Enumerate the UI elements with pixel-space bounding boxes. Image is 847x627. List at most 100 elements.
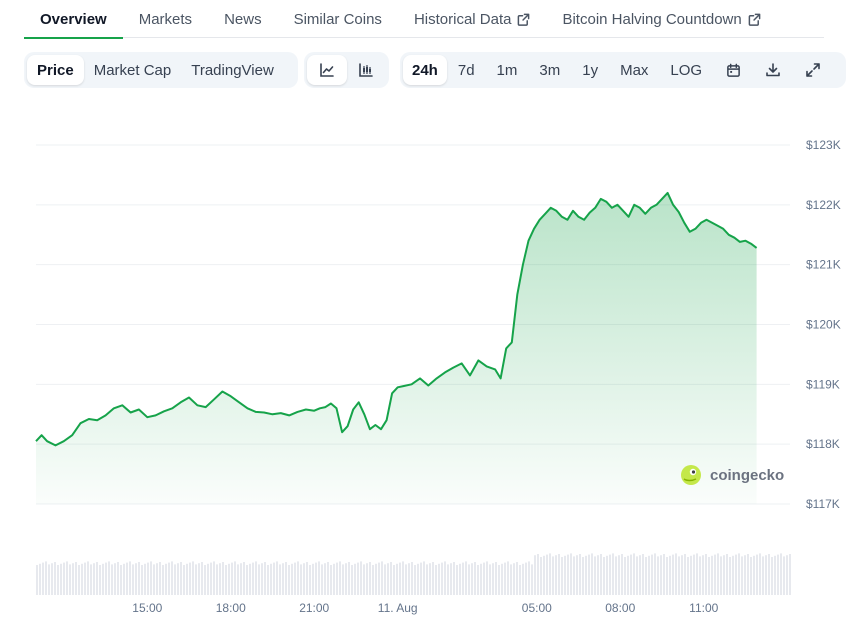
volume-bar <box>471 563 473 595</box>
tradingview-view-button[interactable]: TradingView <box>181 55 284 85</box>
price-view-button[interactable]: Price <box>27 55 84 85</box>
volume-bar <box>363 564 365 595</box>
volume-bar <box>546 554 548 595</box>
y-tick-label: $117K <box>806 497 840 511</box>
volume-bar <box>531 564 533 595</box>
volume-bar <box>102 563 104 595</box>
volume-bar <box>60 563 62 595</box>
range-24h-button[interactable]: 24h <box>403 55 447 85</box>
volume-bar <box>714 554 716 595</box>
date-picker-button[interactable] <box>713 55 753 85</box>
x-axis-labels: 15:00 18:00 21:00 11. Aug 05:00 08:00 11:00 <box>132 601 718 615</box>
volume-bar <box>720 556 722 595</box>
line-chart-icon <box>319 63 334 77</box>
download-button[interactable] <box>753 55 793 85</box>
volume-bar <box>78 565 80 595</box>
range-1m-button[interactable]: 1m <box>486 55 529 85</box>
volume-bar <box>237 564 239 595</box>
volume-bar <box>609 554 611 595</box>
volume-bar <box>45 561 47 595</box>
log-scale-button[interactable]: LOG <box>659 55 713 85</box>
volume-bar <box>768 554 770 595</box>
volume-bar <box>726 554 728 595</box>
volume-bar <box>789 554 791 595</box>
range-1y-button[interactable]: 1y <box>571 55 609 85</box>
volume-bar <box>270 563 272 595</box>
volume-bar <box>285 562 287 595</box>
volume-bar <box>435 565 437 595</box>
tab-label: News <box>224 10 262 28</box>
volume-bar <box>219 563 221 595</box>
volume-bar <box>444 561 446 595</box>
tab-historical-data[interactable]: Historical Data <box>414 0 531 38</box>
fullscreen-button[interactable] <box>793 55 833 85</box>
volume-bar <box>117 562 119 595</box>
tab-label: Markets <box>138 10 193 28</box>
volume-bar <box>312 563 314 595</box>
tab-bitcoin-halving-countdown[interactable]: Bitcoin Halving Countdown <box>562 0 761 38</box>
volume-bar <box>462 562 464 595</box>
volume-bar <box>681 555 683 595</box>
view-switcher: Price Market Cap TradingView <box>24 52 298 88</box>
volume-bar <box>261 563 263 595</box>
volume-bar <box>498 565 500 595</box>
volume-bar <box>528 561 530 595</box>
volume-bar <box>690 555 692 595</box>
tab-news[interactable]: News <box>224 0 262 38</box>
volume-bar <box>198 563 200 595</box>
y-tick-label: $121K <box>806 258 841 272</box>
market-cap-view-button[interactable]: Market Cap <box>84 55 182 85</box>
volume-bar <box>204 565 206 595</box>
volume-bar <box>408 563 410 595</box>
volume-bar <box>474 562 476 595</box>
volume-bar <box>183 565 185 595</box>
volume-bar <box>486 561 488 595</box>
volume-bar <box>216 564 218 595</box>
volume-bar <box>552 556 554 595</box>
volume-bar <box>561 557 563 595</box>
volume-bar <box>426 564 428 595</box>
volume-bar <box>156 563 158 595</box>
volume-bar <box>96 562 98 595</box>
volume-bar <box>543 555 545 595</box>
volume-bar <box>108 561 110 595</box>
volume-bar <box>603 557 605 595</box>
line-chart-button[interactable] <box>307 55 347 85</box>
tab-markets[interactable]: Markets <box>139 0 192 38</box>
volume-bar <box>738 553 740 595</box>
volume-bar <box>621 554 623 595</box>
price-area <box>36 192 757 504</box>
candlestick-chart-button[interactable] <box>347 55 387 85</box>
tab-similar-coins[interactable]: Similar Coins <box>294 0 382 38</box>
volume-bar <box>279 564 281 595</box>
range-max-button[interactable]: Max <box>609 55 659 85</box>
volume-bar <box>303 563 305 595</box>
volume-bar <box>267 565 269 595</box>
volume-bar <box>351 565 353 595</box>
volume-bar <box>387 563 389 595</box>
tab-overview[interactable]: Overview <box>24 0 123 39</box>
x-tick-label: 11:00 <box>689 601 718 615</box>
volume-bar <box>678 556 680 595</box>
volume-bar <box>723 555 725 595</box>
price-chart[interactable]: $117K $118K $119K $120K $121K $122K $123K 15:0… <box>0 110 847 627</box>
volume-bar <box>84 562 86 595</box>
volume-bar <box>378 562 380 595</box>
volume-bar <box>120 565 122 595</box>
volume-bar <box>579 554 581 595</box>
range-3m-button[interactable]: 3m <box>528 55 571 85</box>
volume-bar <box>783 556 785 595</box>
volume-bar <box>324 563 326 595</box>
volume-bar <box>345 563 347 595</box>
volume-bar <box>654 553 656 595</box>
volume-bar <box>339 561 341 595</box>
volume-bar <box>381 561 383 595</box>
volume-bar <box>75 562 77 595</box>
volume-bar <box>165 563 167 595</box>
volume-bar <box>354 563 356 595</box>
volume-bar <box>168 562 170 595</box>
volume-bar <box>321 564 323 595</box>
volume-bar <box>513 563 515 595</box>
range-7d-button[interactable]: 7d <box>447 55 486 85</box>
volume-bar <box>192 561 194 595</box>
